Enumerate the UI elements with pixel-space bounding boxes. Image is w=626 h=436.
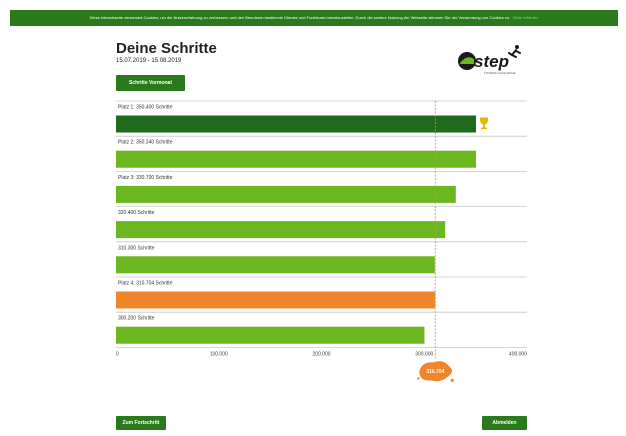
x-tick-label: 100.000 [210,351,228,357]
splash-drop [450,378,454,382]
bar-label: 310.300 Schritte [118,245,155,251]
bar-label: 320.400 Schritte [118,210,155,216]
bar-label: Platz 2: 350.340 Schritte [118,140,173,146]
logout-button[interactable]: Abmelden [482,416,527,430]
own-marker-label: 310.704 [426,369,444,375]
bar [116,221,446,239]
bar [116,185,456,203]
bar-label: Platz 1: 350.400 Schritte [118,105,173,111]
bar [116,291,436,309]
x-tick-label: 200.000 [312,351,330,357]
bar-label: Platz 3: 330.700 Schritte [118,175,173,181]
x-tick-label: 0 [116,351,119,357]
bar [116,256,435,274]
bar-label: 300.200 Schritte [118,316,155,322]
bar [116,326,425,344]
splash-drop [417,377,420,380]
bar [116,115,477,133]
progress-button[interactable]: Zum Fortschritt [116,416,166,430]
x-tick-label: 300.000 [415,351,433,357]
bar [116,150,476,168]
bar-label: Platz 4: 310.704 Schritte [118,281,173,287]
steps-bar-chart: Platz 1: 350.400 Schritte Platz 2: 350.34… [116,100,527,382]
trophy-icon [480,117,489,129]
x-tick-label: 400.000 [509,351,527,357]
